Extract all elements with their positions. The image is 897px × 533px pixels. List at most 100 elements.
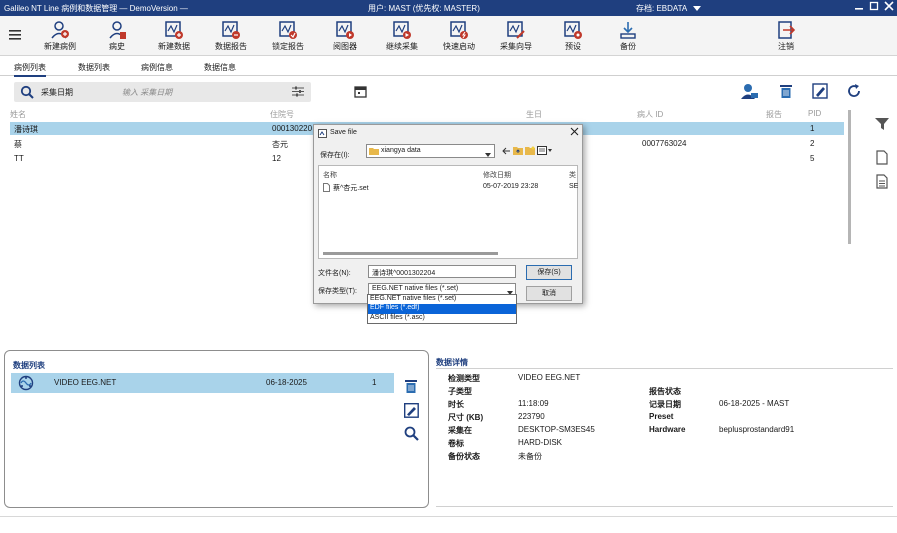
tab-data-info[interactable]: 数据信息 (204, 62, 236, 73)
details-divider (436, 368, 893, 369)
row-name: 潘诗琪 (14, 125, 38, 134)
filetype-option-selected[interactable]: EDF files (*.edf) (368, 304, 516, 314)
col-header-birthday[interactable]: 生日 (526, 109, 542, 120)
tab-patient-list[interactable]: 病例列表 (14, 62, 46, 77)
maximize-button[interactable] (867, 1, 881, 15)
acquire-wizard-button[interactable]: 采集向导 (484, 20, 548, 52)
detail-label-size: 尺寸 (KB) (448, 413, 484, 422)
new-patient-button[interactable]: 新建病例 (28, 20, 92, 52)
preset-icon (564, 21, 582, 39)
calendar-icon[interactable] (354, 85, 367, 100)
detail-label-hardware: Hardware (649, 425, 686, 434)
filetype-option[interactable]: ASCII files (*.asc) (368, 314, 516, 324)
tab-data-list[interactable]: 数据列表 (78, 62, 110, 73)
close-button[interactable] (882, 1, 896, 15)
refresh-icon[interactable] (846, 83, 862, 101)
col-header-patient-id[interactable]: 病人 ID (637, 109, 663, 120)
save-button[interactable]: 保存(S) (526, 265, 572, 280)
row-patient-id: 0007763024 (642, 139, 687, 148)
detail-label-duration: 时长 (448, 400, 464, 409)
detail-value-hardware: beplusprostandard91 (719, 425, 795, 434)
file-row[interactable]: 蔡^杏元.set 05-07-2019 23:28 SE (323, 182, 578, 194)
data-row-date: 06-18-2025 (266, 378, 307, 387)
row-pid: 2 (810, 139, 815, 148)
file-icon (323, 183, 330, 194)
data-report-button[interactable]: 数据报告 (199, 20, 263, 52)
history-button[interactable]: 病史 (85, 20, 149, 52)
detail-label-volume: 卷标 (448, 439, 464, 448)
tab-patient-info[interactable]: 病例信息 (141, 62, 173, 73)
edit-data-icon[interactable] (403, 402, 419, 420)
minimize-button[interactable] (852, 1, 866, 15)
filter-settings-icon[interactable] (292, 86, 304, 99)
search-icon[interactable] (20, 85, 34, 101)
view-menu-icon[interactable] (537, 146, 553, 157)
detail-value-backup-status: 未备份 (518, 452, 542, 461)
lock-report-button[interactable]: 锁定报告 (256, 20, 320, 52)
cancel-button[interactable]: 取消 (526, 286, 572, 301)
file-col-type[interactable]: 类 (569, 170, 576, 180)
archive-dropdown-icon[interactable] (693, 5, 701, 14)
col-header-record[interactable]: 住院号 (270, 109, 294, 120)
report-document-icon[interactable] (876, 174, 888, 191)
chevron-down-icon (485, 149, 491, 159)
data-row[interactable]: VIDEO EEG.NET 06-18-2025 1 (11, 373, 394, 393)
new-folder-icon[interactable] (525, 146, 535, 157)
viewer-icon (336, 21, 354, 39)
detail-value-size: 223790 (518, 412, 545, 421)
detail-label-subtype: 子类型 (448, 387, 472, 396)
tab-bar: 病例列表 数据列表 病例信息 数据信息 (0, 58, 897, 77)
file-list-hscroll[interactable] (323, 252, 498, 255)
new-data-button[interactable]: 新建数据 (142, 20, 206, 52)
row-pid: 1 (810, 124, 815, 133)
acquire-wizard-icon (507, 21, 525, 39)
quick-start-icon (450, 21, 468, 39)
logout-button[interactable]: 注销 (754, 20, 818, 52)
quick-start-button[interactable]: 快速启动 (427, 20, 491, 52)
data-list-title: 数据列表 (13, 361, 45, 370)
delete-patient-icon[interactable] (779, 83, 793, 101)
col-header-name[interactable]: 姓名 (10, 109, 26, 120)
data-list-panel: 数据列表 VIDEO EEG.NET 06-18-2025 1 (4, 350, 429, 508)
filename-label: 文件名(N): (318, 270, 351, 277)
detail-value-acquired-on: DESKTOP-SM3ES45 (518, 425, 595, 434)
search-field-label[interactable]: 采集日期 (41, 87, 73, 98)
document-icon[interactable] (876, 150, 888, 167)
detail-label-backup-status: 备份状态 (448, 452, 480, 461)
up-folder-icon[interactable] (513, 146, 523, 157)
col-header-report[interactable]: 报告 (766, 109, 782, 120)
data-details-title: 数据详情 (436, 358, 468, 367)
dialog-close-icon[interactable] (570, 127, 579, 139)
filter-icon[interactable] (874, 117, 890, 133)
search-input[interactable]: 输入 采集日期 (122, 87, 172, 98)
assign-patient-icon[interactable] (740, 83, 758, 101)
data-report-icon (222, 21, 240, 39)
archive-info: 存档: EBDATA (636, 4, 688, 13)
detail-label-preset: Preset (649, 412, 674, 421)
viewer-button[interactable]: 阅图器 (313, 20, 377, 52)
back-icon[interactable] (502, 147, 511, 157)
details-bottom-divider (436, 506, 893, 507)
file-col-date[interactable]: 修改日期 (483, 170, 511, 180)
patient-list-scrollbar[interactable] (848, 110, 851, 244)
save-in-select[interactable]: xiangya data (366, 144, 495, 158)
data-row-count: 1 (372, 378, 377, 387)
menu-icon[interactable] (9, 30, 21, 42)
col-header-pid[interactable]: PID (808, 109, 821, 118)
new-data-icon (165, 21, 183, 39)
detail-value-volume: HARD-DISK (518, 438, 563, 447)
backup-button[interactable]: 备份 (596, 20, 660, 52)
filename-input[interactable]: 潘诗琪^0001302204 (368, 265, 516, 278)
row-name: 蔡 (14, 140, 22, 149)
continue-acquire-icon (393, 21, 411, 39)
search-bar: 采集日期 输入 采集日期 (14, 82, 311, 102)
delete-data-icon[interactable] (404, 378, 418, 396)
edit-patient-icon[interactable] (812, 83, 828, 101)
file-col-name[interactable]: 名称 (323, 170, 337, 180)
continue-acquire-button[interactable]: 继续采集 (370, 20, 434, 52)
new-patient-icon (51, 21, 69, 39)
row-record: 12 (272, 154, 281, 163)
zoom-data-icon[interactable] (404, 426, 419, 443)
lock-report-icon (279, 21, 297, 39)
filetype-label: 保存类型(T): (318, 288, 357, 295)
